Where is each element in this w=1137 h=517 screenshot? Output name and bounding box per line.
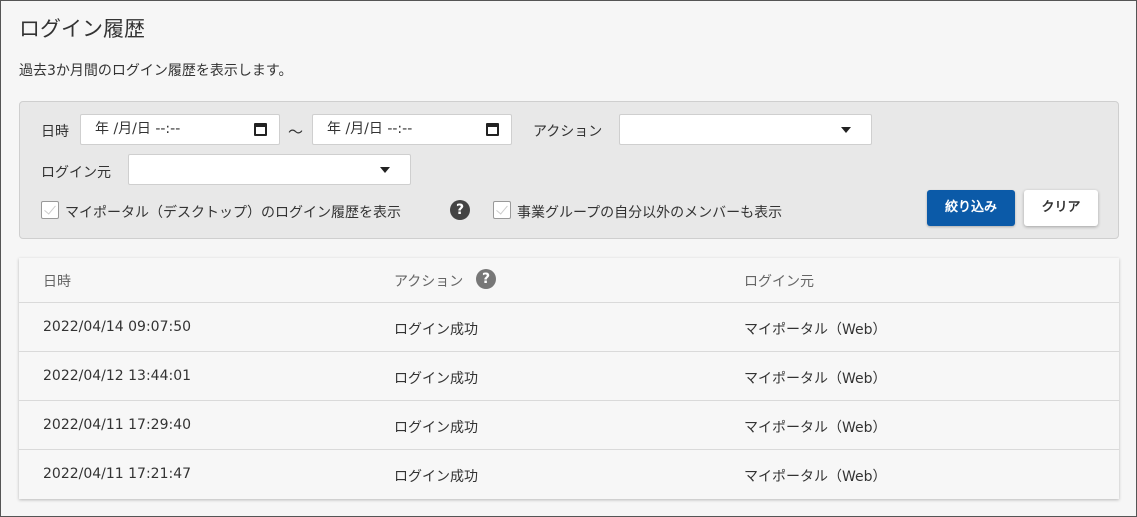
row-action: ログイン成功 bbox=[394, 420, 478, 436]
action-label: アクション bbox=[533, 124, 603, 140]
row-action: ログイン成功 bbox=[394, 322, 478, 338]
filter-button[interactable]: 絞り込み bbox=[927, 190, 1015, 226]
help-icon[interactable]: ? bbox=[450, 200, 470, 220]
date-range-separator: ～ bbox=[288, 123, 304, 141]
checkbox-portal[interactable] bbox=[41, 201, 59, 219]
row-action: ログイン成功 bbox=[394, 469, 478, 485]
row-origin: マイポータル（Web） bbox=[744, 420, 887, 436]
table-row: 2022/04/14 09:07:50 ログイン成功 マイポータル（Web） bbox=[19, 303, 1119, 352]
page-description: 過去3か月間のログイン履歴を表示します。 bbox=[19, 63, 293, 79]
page-frame: ログイン履歴 過去3か月間のログイン履歴を表示します。 日時 年 /月/日 --… bbox=[0, 0, 1137, 517]
checkbox-group[interactable] bbox=[493, 201, 511, 219]
date-from-value: 年 /月/日 --:-- bbox=[95, 121, 181, 137]
checkbox-group-label[interactable]: 事業グループの自分以外のメンバーも表示 bbox=[517, 202, 782, 222]
table-row: 2022/04/11 17:29:40 ログイン成功 マイポータル（Web） bbox=[19, 401, 1119, 450]
table-row: 2022/04/11 17:21:47 ログイン成功 マイポータル（Web） bbox=[19, 450, 1119, 499]
column-action: アクション bbox=[394, 274, 464, 290]
column-datetime: 日時 bbox=[43, 274, 71, 290]
date-to-input[interactable]: 年 /月/日 --:-- bbox=[312, 114, 512, 145]
help-icon[interactable]: ? bbox=[476, 269, 496, 289]
row-datetime: 2022/04/14 09:07:50 bbox=[43, 319, 192, 335]
origin-select[interactable] bbox=[128, 154, 411, 185]
date-from-input[interactable]: 年 /月/日 --:-- bbox=[80, 114, 280, 145]
chevron-down-icon bbox=[841, 127, 851, 133]
row-datetime: 2022/04/12 13:44:01 bbox=[43, 368, 192, 384]
row-origin: マイポータル（Web） bbox=[744, 469, 887, 485]
row-origin: マイポータル（Web） bbox=[744, 322, 887, 338]
row-datetime: 2022/04/11 17:21:47 bbox=[43, 466, 192, 482]
column-origin: ログイン元 bbox=[744, 274, 814, 290]
login-history-table: 日時 アクション ? ログイン元 2022/04/14 09:07:50 ログイ… bbox=[19, 258, 1119, 499]
datetime-label: 日時 bbox=[41, 124, 69, 140]
calendar-icon[interactable] bbox=[254, 123, 267, 136]
checkbox-portal-label[interactable]: マイポータル（デスクトップ）のログイン履歴を表示 bbox=[65, 202, 401, 222]
origin-label: ログイン元 bbox=[41, 165, 111, 181]
row-datetime: 2022/04/11 17:29:40 bbox=[43, 417, 192, 433]
date-to-value: 年 /月/日 --:-- bbox=[327, 121, 413, 137]
filter-panel: 日時 年 /月/日 --:-- ～ 年 /月/日 --:-- アクション ログイ… bbox=[19, 101, 1119, 239]
chevron-down-icon bbox=[380, 167, 390, 173]
table-row: 2022/04/12 13:44:01 ログイン成功 マイポータル（Web） bbox=[19, 352, 1119, 401]
clear-button[interactable]: クリア bbox=[1024, 190, 1098, 226]
page-title: ログイン履歴 bbox=[19, 17, 145, 41]
calendar-icon[interactable] bbox=[486, 123, 499, 136]
row-action: ログイン成功 bbox=[394, 371, 478, 387]
action-select[interactable] bbox=[619, 114, 872, 145]
table-header: 日時 アクション ? ログイン元 bbox=[19, 258, 1119, 303]
row-origin: マイポータル（Web） bbox=[744, 371, 887, 387]
